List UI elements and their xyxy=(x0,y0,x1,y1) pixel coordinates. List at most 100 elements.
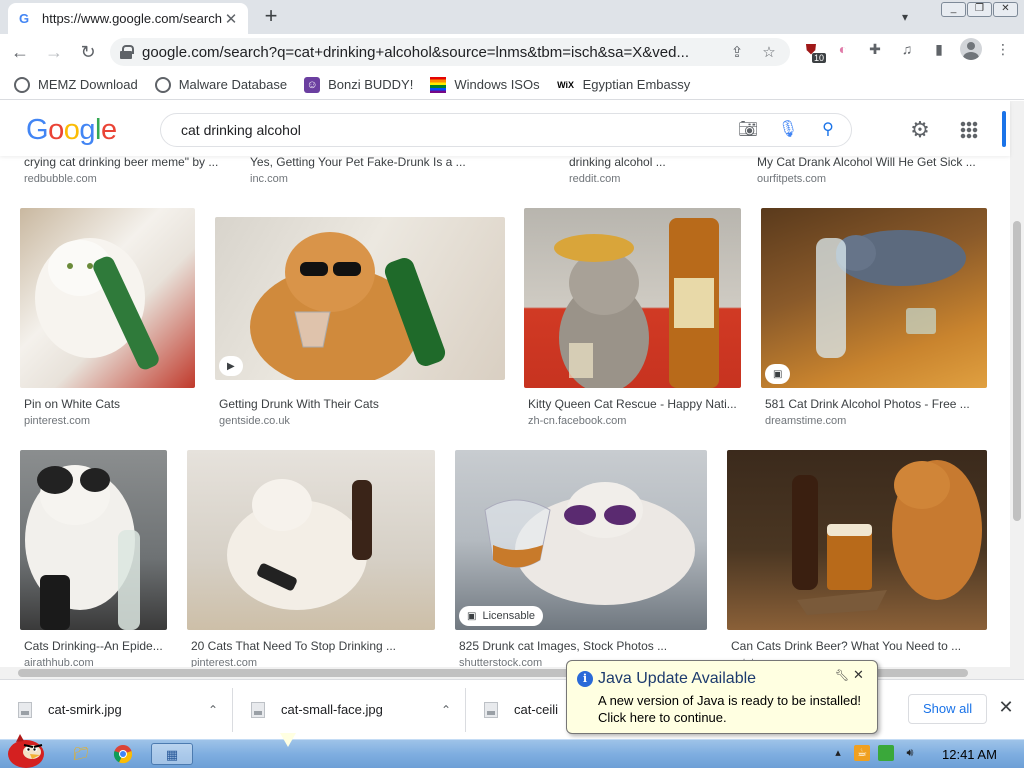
notification-title: Java Update Available xyxy=(598,670,757,687)
running-app-icon[interactable]: ▦ xyxy=(151,743,193,765)
url-text[interactable]: google.com/search?q=cat+drinking+alcohol… xyxy=(142,44,716,61)
system-tray: ▴ ☕︎ 🔊︎ xyxy=(830,745,918,761)
result-thumbnail-cat-licking-bottle[interactable] xyxy=(20,450,167,630)
search-icon[interactable]: ⚲ xyxy=(817,119,839,141)
result-domain[interactable]: zh-cn.facebook.com xyxy=(528,415,626,427)
bookmark-malware-database[interactable]: Malware Database xyxy=(154,76,287,93)
address-bar[interactable]: google.com/search?q=cat+drinking+alcohol… xyxy=(110,38,790,66)
licensable-badge: ▣ Licensable xyxy=(459,606,544,626)
volume-icon[interactable]: 🔊︎ xyxy=(902,745,918,761)
result-domain[interactable]: pinterest.com xyxy=(24,415,90,427)
bookmark-windows-isos[interactable]: Windows ISOs xyxy=(430,76,540,93)
result-thumbnail-fluffy-cat-beer[interactable] xyxy=(187,450,435,630)
flag-extension-icon[interactable]: ◐ xyxy=(832,38,854,60)
ublock-extension-icon[interactable]: ⛊ 10 xyxy=(800,38,826,63)
result-caption[interactable]: 825 Drunk cat Images, Stock Photos ... xyxy=(459,639,699,653)
show-hidden-icons-icon[interactable]: ▴ xyxy=(830,745,846,761)
result-domain[interactable]: ourfitpets.com xyxy=(757,173,826,185)
chrome-logo xyxy=(113,745,133,764)
result-caption[interactable]: 581 Cat Drink Alcohol Photos - Free ... xyxy=(765,397,980,411)
show-all-button[interactable]: Show all xyxy=(908,694,988,724)
camera-search-icon[interactable]: 📷︎ xyxy=(737,119,759,141)
page-viewport: crying cat drinking beer meme" by ... re… xyxy=(0,101,1024,679)
result-caption[interactable]: 20 Cats That Need To Stop Drinking ... xyxy=(191,639,431,653)
notification-close-icon[interactable]: ✕ xyxy=(853,667,864,683)
result-caption[interactable]: Can Cats Drink Beer? What You Need to ..… xyxy=(731,639,981,653)
taskbar-clock[interactable]: 12:41 AM xyxy=(942,747,997,762)
result-caption[interactable]: Getting Drunk With Their Cats xyxy=(219,397,489,411)
vertical-scrollbar-thumb[interactable] xyxy=(1013,221,1021,521)
java-update-notification[interactable]: i Java Update Available A new version of… xyxy=(566,660,878,734)
result-domain[interactable]: inc.com xyxy=(250,173,288,185)
download-item[interactable]: cat-smirk.jpg ⌃ xyxy=(0,687,233,732)
lock-icon[interactable] xyxy=(120,45,134,59)
result-caption[interactable]: drinking alcohol ... xyxy=(569,155,729,169)
result-thumbnail-white-cat-bottle[interactable] xyxy=(20,208,195,388)
tab-close-icon[interactable]: ✕ xyxy=(222,10,240,28)
google-apps-grid-icon[interactable] xyxy=(960,121,978,139)
result-domain[interactable]: dreamstime.com xyxy=(765,415,846,427)
google-logo[interactable]: Google xyxy=(26,114,117,147)
result-thumbnail-tabby-cat-sombrero[interactable] xyxy=(524,208,741,388)
sign-in-button-edge[interactable] xyxy=(1002,111,1006,147)
result-thumbnail-gray-cat-bottle-painting[interactable]: ▣ xyxy=(761,208,987,388)
logo-letter: e xyxy=(100,114,117,146)
notification-options-icon[interactable]: 🔧︎ xyxy=(835,669,849,682)
result-thumbnail-ginger-cat-sunglasses[interactable]: ▶ xyxy=(215,217,505,380)
result-caption[interactable]: Yes, Getting Your Pet Fake-Drunk Is a ..… xyxy=(250,155,470,169)
chevron-up-icon[interactable]: ⌃ xyxy=(208,703,218,717)
chrome-icon[interactable] xyxy=(108,743,138,765)
cat-bottle-illustration xyxy=(25,465,140,630)
new-tab-button[interactable]: + xyxy=(258,4,284,30)
wix-icon: WiX xyxy=(557,79,575,90)
side-panel-icon[interactable]: ▮ xyxy=(928,38,950,60)
network-icon[interactable] xyxy=(878,745,894,761)
result-thumbnail-orange-cat-beer-mug[interactable] xyxy=(727,450,987,630)
bookmark-egyptian-embassy[interactable]: WiX Egyptian Embassy xyxy=(557,77,690,93)
bookmark-memz[interactable]: MEMZ Download xyxy=(14,76,138,93)
maximize-button[interactable]: ❐ xyxy=(967,2,992,17)
tab-search-chevron-icon[interactable]: ▾ xyxy=(894,6,916,28)
result-domain[interactable]: reddit.com xyxy=(569,173,620,185)
bookmark-star-icon[interactable]: ☆ xyxy=(758,43,780,61)
menu-kebab-icon[interactable]: ⋮ xyxy=(992,38,1014,60)
vertical-scrollbar[interactable] xyxy=(1010,101,1024,679)
globe-icon xyxy=(154,76,171,93)
licensable-label: Licensable xyxy=(482,610,536,622)
search-box[interactable]: cat drinking alcohol 📷︎ 🎙︎ ⚲ xyxy=(160,113,852,147)
close-window-button[interactable]: ✕ xyxy=(993,2,1018,17)
gray-cat-painting-illustration xyxy=(816,230,966,358)
settings-gear-icon[interactable]: ⚙ xyxy=(908,118,932,142)
angry-bird-start-icon[interactable] xyxy=(4,732,48,768)
result-domain[interactable]: redbubble.com xyxy=(24,173,97,185)
notification-line[interactable]: Click here to continue. xyxy=(598,709,861,726)
microphone-icon[interactable]: 🎙︎ xyxy=(777,119,799,141)
taskbar: 📁︎ ▦ ▴ ☕︎ 🔊︎ 12:41 AM xyxy=(0,734,1024,768)
result-thumbnail-drunk-cat-glasses[interactable]: ▣ Licensable xyxy=(455,450,707,630)
close-download-bar-icon[interactable]: ✕ xyxy=(996,697,1016,717)
info-icon: i xyxy=(577,671,593,687)
share-icon[interactable]: ⇪ xyxy=(726,43,748,61)
minimize-button[interactable]: _ xyxy=(941,2,966,17)
result-domain[interactable]: gentside.co.uk xyxy=(219,415,290,427)
bookmark-bonzi-buddy[interactable]: ☺ Bonzi BUDDY! xyxy=(304,76,413,93)
result-caption[interactable]: Pin on White Cats xyxy=(24,397,194,411)
media-queue-icon[interactable]: ♫ xyxy=(896,38,918,60)
folder-icon[interactable]: 📁︎ xyxy=(66,743,96,765)
back-arrow-icon[interactable]: ← xyxy=(6,38,34,66)
search-input[interactable]: cat drinking alcohol xyxy=(181,122,719,138)
download-item[interactable]: cat-small-face.jpg ⌃ xyxy=(233,687,466,732)
notification-body[interactable]: A new version of Java is ready to be ins… xyxy=(598,692,861,726)
reload-icon[interactable]: ↻ xyxy=(74,38,102,66)
browser-tab[interactable]: G https://www.google.com/search ✕ xyxy=(8,3,248,34)
profile-avatar-icon[interactable] xyxy=(960,38,982,60)
puzzle-extensions-icon[interactable]: ✚ xyxy=(864,38,886,60)
java-tray-icon[interactable]: ☕︎ xyxy=(854,745,870,761)
chevron-up-icon[interactable]: ⌃ xyxy=(441,703,451,717)
result-caption[interactable]: Cats Drinking--An Epide... xyxy=(24,639,164,653)
window-controls: _ ❐ ✕ xyxy=(941,2,1018,17)
result-caption[interactable]: Kitty Queen Cat Rescue - Happy Nati... xyxy=(528,397,738,411)
forward-arrow-icon[interactable]: → xyxy=(40,38,68,66)
result-caption[interactable]: My Cat Drank Alcohol Will He Get Sick ..… xyxy=(757,155,982,169)
result-caption[interactable]: crying cat drinking beer meme" by ... xyxy=(24,155,224,169)
